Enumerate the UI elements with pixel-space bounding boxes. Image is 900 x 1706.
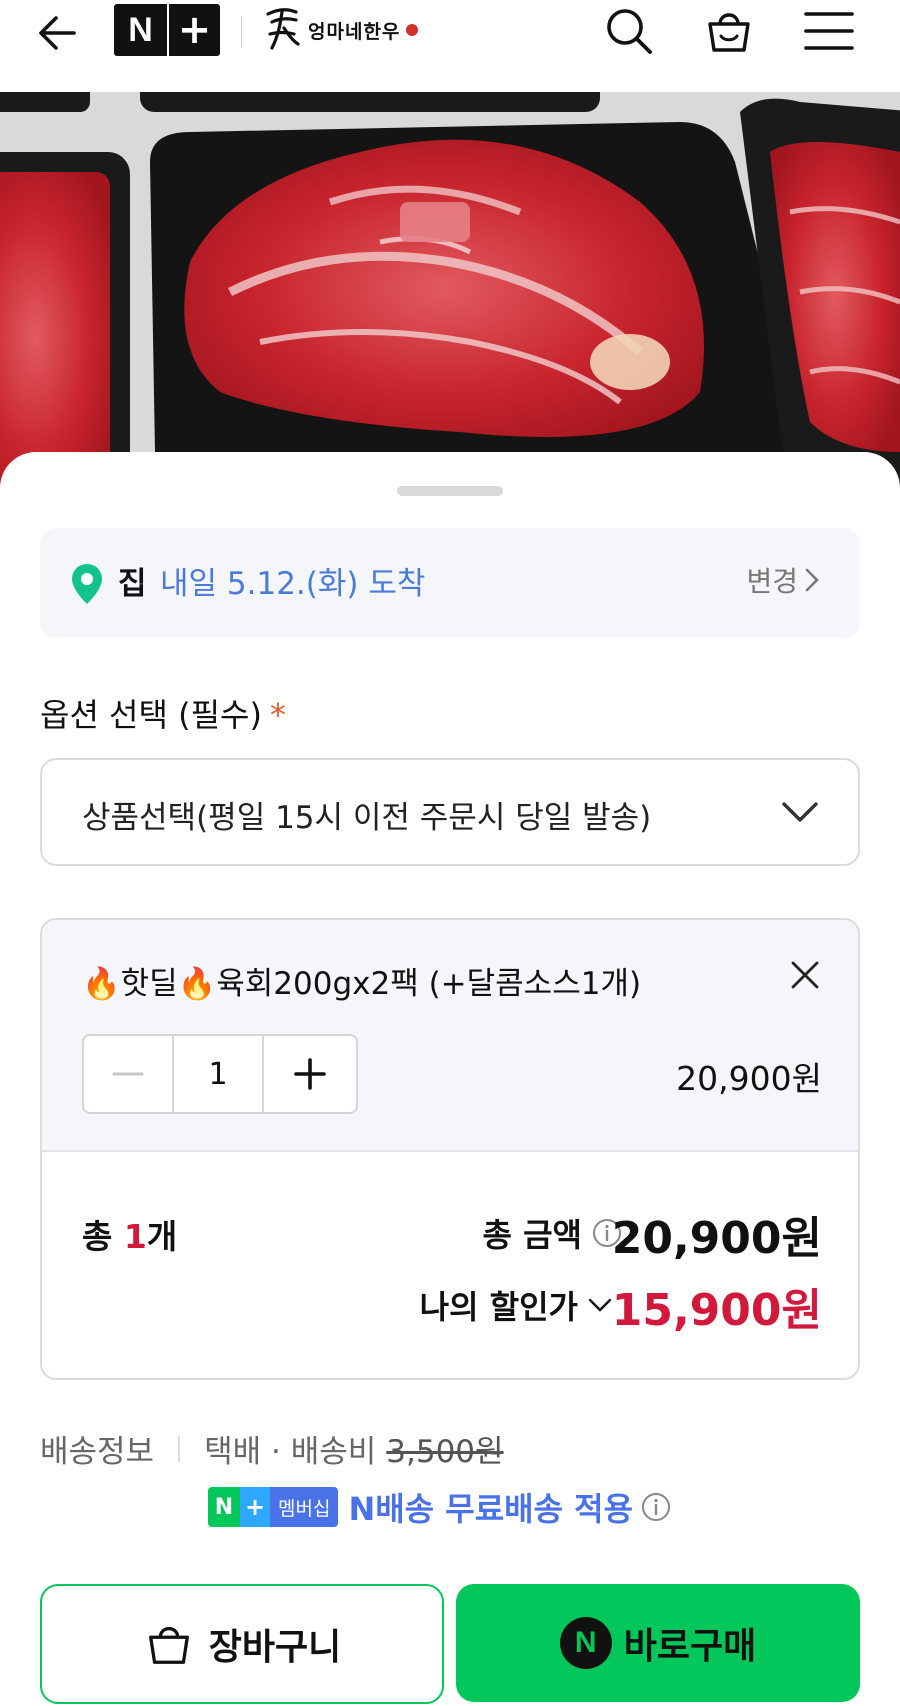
original-shipping-fee: 3,500원 [386,1434,504,1470]
decrease-quantity-button[interactable] [84,1036,174,1112]
option-select-dropdown[interactable]: 상품선택(평일 15시 이전 주문시 당일 발송) [40,758,860,866]
quantity-value[interactable]: 1 [174,1036,264,1112]
select-value: 상품선택(평일 15시 이전 주문시 당일 발송) [82,800,652,836]
menu-icon[interactable] [802,4,856,58]
badge-plus: + [240,1487,270,1527]
buy-button-label: 바로구매 [623,1626,757,1667]
minus-icon [112,1072,144,1076]
item-price: 20,900원 [676,1059,822,1098]
top-header: N + 엉마네한우 [0,0,900,92]
logo-n: N [128,10,153,49]
total-amount-label: 총 금액 [483,1210,622,1256]
free-shipping-text: N배송 무료배송 적용 [348,1490,634,1528]
shipping-divider [178,1435,181,1462]
logo-plus: + [177,7,212,53]
total-price: 20,900원 [611,1213,822,1264]
brand-mark-icon [266,8,300,50]
naver-n-pay-icon: N [559,1617,612,1669]
add-to-cart-button[interactable]: 장바구니 [40,1584,444,1704]
selected-item-row: 🔥핫딜🔥육회200gx2팩 (+달콤소스1개) 1 20,900원 [42,920,858,1152]
option-section-title: 옵션 선택 (필수) * [40,690,286,736]
info-icon[interactable] [641,1492,671,1522]
delivery-place: 집 [118,566,147,602]
buy-now-button[interactable]: N 바로구매 [456,1584,860,1702]
my-discount-toggle[interactable]: 나의 할인가 [420,1282,612,1328]
sheet-drag-handle[interactable] [397,486,503,496]
shipping-method: 택배 · 배송비 [204,1434,377,1470]
required-mark: * [269,696,286,734]
shopping-bag-icon[interactable] [702,4,756,58]
discount-price: 15,900원 [611,1285,822,1336]
change-address-button[interactable]: 변경 [746,560,820,600]
membership-free-shipping: N + 멤버십 N배송 무료배송 적용 [208,1484,671,1530]
brand-name: 엉마네한우 [308,20,401,43]
chevron-right-icon [805,568,819,592]
product-hero-image [0,92,900,492]
search-icon[interactable] [602,4,656,58]
delivery-date: 내일 5.12.(화) 도착 [160,566,426,602]
badge-n: N [208,1487,240,1527]
quantity-stepper: 1 [82,1034,358,1114]
back-arrow-icon[interactable] [34,8,84,58]
total-label-text: 총 금액 [482,1216,582,1254]
total-count-prefix: 총 [82,1217,124,1256]
total-count-suffix: 개 [146,1217,178,1256]
total-count: 총 1개 [82,1210,177,1258]
selected-item-name: 🔥핫딜🔥육회200gx2팩 (+달콤소스1개) [82,966,642,1002]
plus-icon [294,1058,326,1090]
header-separator [241,16,242,48]
delivery-info-box: 집 내일 5.12.(화) 도착 변경 [40,528,860,638]
option-label-text: 옵션 선택 (필수) [40,696,262,734]
location-pin-icon [72,564,102,604]
discount-label-text: 나의 할인가 [419,1288,578,1326]
option-bottom-sheet: 집 내일 5.12.(화) 도착 변경 옵션 선택 (필수) * 상품선택(평일 … [0,452,900,1706]
shipping-info-row: 배송정보 택배 · 배송비 3,500원 [40,1426,504,1471]
chevron-down-icon [782,802,818,822]
shipping-label: 배송정보 [40,1434,155,1470]
change-label: 변경 [746,565,798,598]
badge-member: 멤버십 [270,1487,339,1527]
naver-plus-logo[interactable]: N + [114,4,220,56]
shopping-bag-icon [148,1626,189,1664]
cart-button-label: 장바구니 [208,1627,342,1668]
total-count-number: 1 [123,1217,147,1256]
naver-plus-membership-badge: N + 멤버십 [208,1487,339,1527]
brand-logo[interactable]: 엉마네한우 [262,2,419,58]
remove-item-close-icon[interactable] [788,958,822,992]
chevron-down-icon [588,1298,612,1312]
selected-item-card: 🔥핫딜🔥육회200gx2팩 (+달콤소스1개) 1 20,900원 총 1개 총… [40,918,860,1380]
increase-quantity-button[interactable] [264,1036,356,1112]
brand-seal-icon [406,24,419,36]
